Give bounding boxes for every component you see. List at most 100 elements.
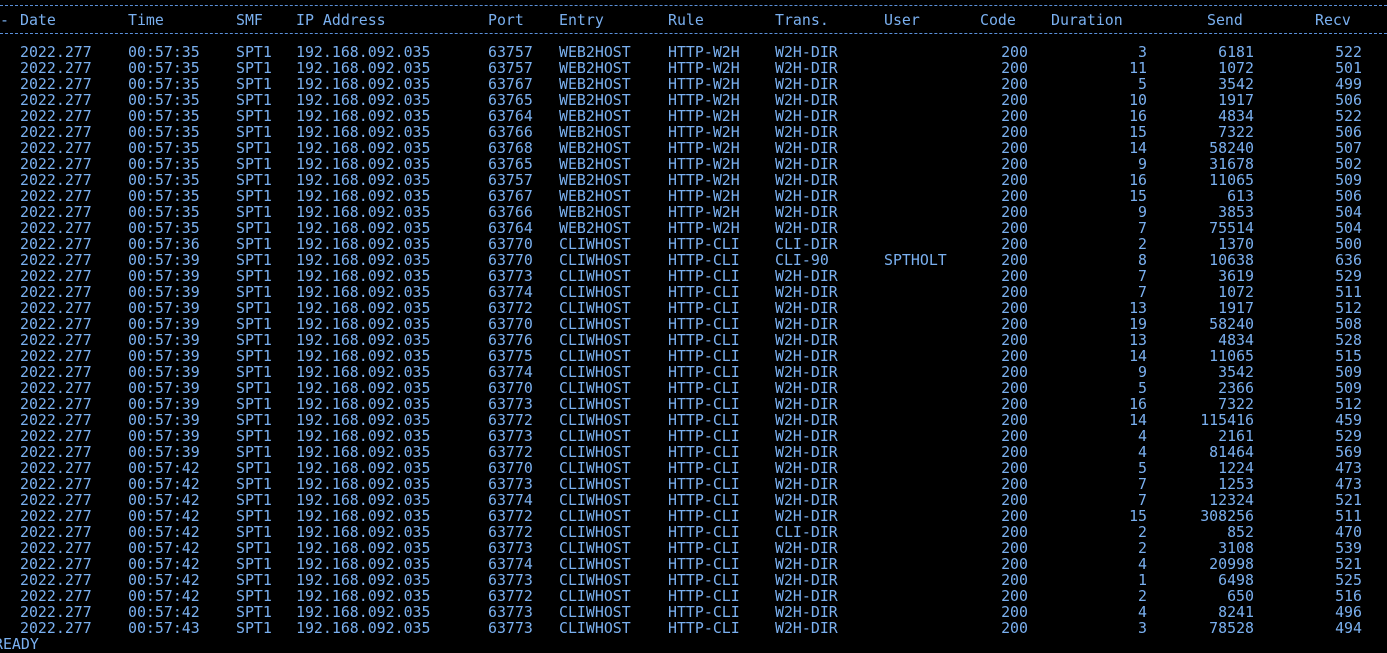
log-code: 200 — [1001, 235, 1028, 253]
column-header-entry[interactable]: Entry — [559, 12, 604, 28]
log-recv: 507 — [1335, 139, 1362, 157]
column-header-rule[interactable]: Rule — [668, 12, 704, 28]
table-row[interactable]: 2022.277 00:57:42 SPT1 192.168.092.035 63772… — [0, 524, 1387, 540]
log-trans: W2H-DIR — [775, 187, 838, 205]
log-smf: SPT1 — [236, 171, 272, 189]
table-row[interactable]: 2022.277 00:57:35 SPT1 192.168.092.035 63767… — [0, 76, 1387, 92]
table-row[interactable]: 2022.277 00:57:35 SPT1 192.168.092.035 63767… — [0, 188, 1387, 204]
log-ip-address: 192.168.092.035 — [296, 539, 431, 557]
table-row[interactable]: 2022.277 00:57:39 SPT1 192.168.092.035 63772… — [0, 444, 1387, 460]
log-recv: 636 — [1335, 251, 1362, 269]
log-trans: W2H-DIR — [775, 315, 838, 333]
log-entry: WEB2HOST — [559, 75, 631, 93]
log-duration: 14 — [1129, 411, 1147, 429]
log-trans: CLI-90 — [775, 251, 829, 269]
table-row[interactable]: 2022.277 00:57:35 SPT1 192.168.092.035 63768… — [0, 140, 1387, 156]
table-row[interactable]: 2022.277 00:57:35 SPT1 192.168.092.035 63766… — [0, 124, 1387, 140]
sort-indicator: - — [0, 11, 9, 29]
log-smf: SPT1 — [236, 251, 272, 269]
column-header-recv[interactable]: Recv — [1315, 12, 1387, 28]
column-header-code[interactable]: Code — [980, 12, 1028, 28]
table-row[interactable]: 2022.277 00:57:42 SPT1 192.168.092.035 63773… — [0, 572, 1387, 588]
table-row[interactable]: 2022.277 00:57:42 SPT1 192.168.092.035 63772… — [0, 588, 1387, 604]
table-row[interactable]: 2022.277 00:57:39 SPT1 192.168.092.035 63773… — [0, 268, 1387, 284]
log-smf: SPT1 — [236, 587, 272, 605]
table-row[interactable]: 2022.277 00:57:35 SPT1 192.168.092.035 63757… — [0, 60, 1387, 76]
table-row[interactable]: 2022.277 00:57:39 SPT1 192.168.092.035 63770… — [0, 316, 1387, 332]
log-duration: 14 — [1129, 347, 1147, 365]
column-header-send[interactable]: Send — [1207, 12, 1301, 28]
column-header-duration[interactable]: Duration — [1051, 12, 1148, 28]
log-time: 00:57:42 — [128, 507, 200, 525]
table-row[interactable]: 2022.277 00:57:39 SPT1 192.168.092.035 63773… — [0, 428, 1387, 444]
table-row[interactable]: 2022.277 00:57:35 SPT1 192.168.092.035 63765… — [0, 156, 1387, 172]
log-port: 63772 — [488, 523, 533, 541]
table-row[interactable]: 2022.277 00:57:42 SPT1 192.168.092.035 63773… — [0, 604, 1387, 620]
table-row[interactable]: 2022.277 00:57:39 SPT1 192.168.092.035 63772… — [0, 300, 1387, 316]
log-entry: WEB2HOST — [559, 123, 631, 141]
log-duration: 10 — [1129, 91, 1147, 109]
table-row[interactable]: 2022.277 00:57:42 SPT1 192.168.092.035 63773… — [0, 476, 1387, 492]
table-row[interactable]: 2022.277 00:57:35 SPT1 192.168.092.035 63764… — [0, 108, 1387, 124]
table-row[interactable]: 2022.277 00:57:35 SPT1 192.168.092.035 63765… — [0, 92, 1387, 108]
log-smf: SPT1 — [236, 91, 272, 109]
table-row[interactable]: 2022.277 00:57:42 SPT1 192.168.092.035 63770… — [0, 460, 1387, 476]
log-rule: HTTP-CLI — [668, 331, 740, 349]
table-row[interactable]: 2022.277 00:57:39 SPT1 192.168.092.035 63772… — [0, 412, 1387, 428]
table-row[interactable]: 2022.277 00:57:39 SPT1 192.168.092.035 63774… — [0, 284, 1387, 300]
table-row[interactable]: 2022.277 00:57:39 SPT1 192.168.092.035 63770… — [0, 252, 1387, 268]
log-time: 00:57:35 — [128, 59, 200, 77]
log-recv: 470 — [1335, 523, 1362, 541]
log-time: 00:57:39 — [128, 347, 200, 365]
table-row[interactable]: 2022.277 00:57:39 SPT1 192.168.092.035 63773… — [0, 396, 1387, 412]
log-code: 200 — [1001, 139, 1028, 157]
log-smf: SPT1 — [236, 187, 272, 205]
table-row[interactable]: 2022.277 00:57:39 SPT1 192.168.092.035 63776… — [0, 332, 1387, 348]
column-header-user[interactable]: User — [884, 12, 920, 28]
log-smf: SPT1 — [236, 139, 272, 157]
table-row[interactable]: 2022.277 00:57:36 SPT1 192.168.092.035 63770… — [0, 236, 1387, 252]
log-duration: 2 — [1138, 523, 1147, 541]
log-trans: W2H-DIR — [775, 59, 838, 77]
table-row[interactable]: 2022.277 00:57:39 SPT1 192.168.092.035 63775… — [0, 348, 1387, 364]
table-row[interactable]: 2022.277 00:57:35 SPT1 192.168.092.035 63757… — [0, 44, 1387, 60]
table-row[interactable]: 2022.277 00:57:42 SPT1 192.168.092.035 63773… — [0, 540, 1387, 556]
column-header-smf[interactable]: SMF — [236, 12, 263, 28]
column-header-row: - Date Time SMF IP Address Port Entry Ru… — [0, 12, 1387, 28]
log-send: 12324 — [1209, 491, 1254, 509]
log-duration: 2 — [1138, 587, 1147, 605]
column-header-ip-address[interactable]: IP Address — [296, 12, 386, 28]
column-header-date[interactable]: Date — [20, 12, 56, 28]
table-row[interactable]: 2022.277 00:57:35 SPT1 192.168.092.035 63757… — [0, 172, 1387, 188]
log-send: 7322 — [1218, 123, 1254, 141]
table-row[interactable]: 2022.277 00:57:39 SPT1 192.168.092.035 63770… — [0, 380, 1387, 396]
log-smf: SPT1 — [236, 523, 272, 541]
column-header-port[interactable]: Port — [488, 12, 524, 28]
table-row[interactable]: 2022.277 00:57:43 SPT1 192.168.092.035 63773… — [0, 620, 1387, 636]
table-row[interactable]: 2022.277 00:57:42 SPT1 192.168.092.035 63774… — [0, 556, 1387, 572]
log-code: 200 — [1001, 395, 1028, 413]
log-trans: CLI-DIR — [775, 523, 838, 541]
log-smf: SPT1 — [236, 363, 272, 381]
log-entry: CLIWHOST — [559, 619, 631, 637]
table-row[interactable]: 2022.277 00:57:35 SPT1 192.168.092.035 63766… — [0, 204, 1387, 220]
log-time: 00:57:35 — [128, 219, 200, 237]
log-time: 00:57:35 — [128, 107, 200, 125]
log-port: 63767 — [488, 187, 533, 205]
column-header-trans[interactable]: Trans. — [775, 12, 829, 28]
log-date: 2022.277 — [20, 139, 92, 157]
log-duration: 7 — [1138, 475, 1147, 493]
column-header-time[interactable]: Time — [128, 12, 164, 28]
table-row[interactable]: 2022.277 00:57:42 SPT1 192.168.092.035 63772… — [0, 508, 1387, 524]
table-row[interactable]: 2022.277 00:57:39 SPT1 192.168.092.035 63774… — [0, 364, 1387, 380]
table-row[interactable]: 2022.277 00:57:42 SPT1 192.168.092.035 63774… — [0, 492, 1387, 508]
log-entry: CLIWHOST — [559, 459, 631, 477]
log-duration: 2 — [1138, 235, 1147, 253]
log-date: 2022.277 — [20, 507, 92, 525]
log-code: 200 — [1001, 123, 1028, 141]
log-trans: W2H-DIR — [775, 283, 838, 301]
log-ip-address: 192.168.092.035 — [296, 139, 431, 157]
log-smf: SPT1 — [236, 75, 272, 93]
log-date: 2022.277 — [20, 155, 92, 173]
table-row[interactable]: 2022.277 00:57:35 SPT1 192.168.092.035 63764… — [0, 220, 1387, 236]
